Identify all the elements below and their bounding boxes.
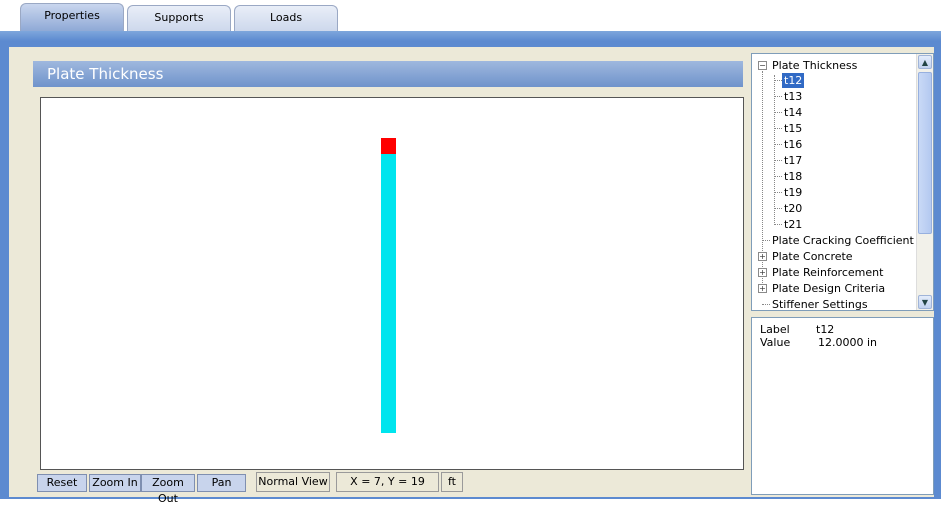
tree-connector — [774, 208, 782, 209]
tree-item-label: t12 — [782, 73, 805, 88]
tree-item-label: Plate Design Criteria — [772, 282, 886, 295]
tree-scrollbar[interactable]: ▲ ▼ — [916, 54, 933, 310]
tree-connector — [774, 128, 782, 129]
units-label: ft — [441, 472, 463, 492]
tree-connector — [762, 304, 770, 305]
tree-connector — [774, 112, 782, 113]
tree-connector — [762, 240, 770, 241]
tree-root-label: Plate Thickness — [772, 59, 858, 72]
tree-item-label: t15 — [784, 122, 803, 135]
expand-icon[interactable]: + — [758, 284, 767, 293]
scroll-up-icon[interactable]: ▲ — [918, 55, 932, 69]
tree-item-label: Plate Cracking Coefficient — [772, 234, 914, 247]
tree-item-label: Stiffener Settings — [772, 298, 868, 311]
scroll-down-icon[interactable]: ▼ — [918, 295, 932, 309]
zoom-in-button[interactable]: Zoom In — [89, 474, 141, 492]
tab-strip: Properties Supports Loads — [0, 0, 941, 31]
tree-connector — [774, 80, 782, 81]
tree-item-label: t18 — [784, 170, 803, 183]
reset-button[interactable]: Reset — [37, 474, 87, 492]
collapse-icon[interactable]: − — [758, 61, 767, 70]
tree-connector — [774, 192, 782, 193]
tree-item-label: Plate Concrete — [772, 250, 853, 263]
view-mode-selector[interactable]: Normal View — [256, 472, 330, 492]
property-value-key: Value — [760, 336, 791, 349]
tree-connector — [774, 96, 782, 97]
property-tree[interactable]: − Plate Thickness t12 t13 t14 t15 t16 t1… — [751, 53, 934, 311]
tree-item-label: t16 — [784, 138, 803, 151]
tree-connector — [774, 176, 782, 177]
tree-item-label: t17 — [784, 154, 803, 167]
tree-item-label: t19 — [784, 186, 803, 199]
page-title: Plate Thickness — [33, 61, 743, 87]
property-label-value: t12 — [816, 323, 835, 336]
tree-connector — [774, 160, 782, 161]
tab-supports[interactable]: Supports — [127, 5, 231, 31]
main-frame: Plate Thickness Reset Zoom In Zoom Out P… — [0, 31, 941, 505]
tree-item-label: t21 — [784, 218, 803, 231]
zoom-out-button[interactable]: Zoom Out — [141, 474, 195, 505]
tree-item-label: Plate Reinforcement — [772, 266, 884, 279]
plate-segment[interactable] — [381, 154, 396, 433]
scroll-thumb[interactable] — [918, 72, 932, 234]
coordinate-readout: X = 7, Y = 19 — [336, 472, 439, 492]
tree-item-label: t13 — [784, 90, 803, 103]
pan-button[interactable]: Pan — [197, 474, 246, 492]
tab-properties[interactable]: Properties — [20, 3, 124, 31]
selected-plate-segment[interactable] — [381, 138, 396, 154]
model-canvas[interactable] — [40, 97, 744, 470]
tree-connector — [774, 224, 782, 225]
properties-panel: Label t12 Value 12.0000 in — [751, 317, 934, 495]
property-value-value: 12.0000 in — [818, 336, 878, 349]
tree-guide — [774, 75, 775, 225]
expand-icon[interactable]: + — [758, 268, 767, 277]
property-label-key: Label — [760, 323, 790, 336]
tab-loads[interactable]: Loads — [234, 5, 338, 31]
expand-icon[interactable]: + — [758, 252, 767, 261]
tree-item-label: t14 — [784, 106, 803, 119]
tree-connector — [774, 144, 782, 145]
work-area: Plate Thickness Reset Zoom In Zoom Out P… — [9, 47, 934, 505]
tree-item-label: t20 — [784, 202, 803, 215]
